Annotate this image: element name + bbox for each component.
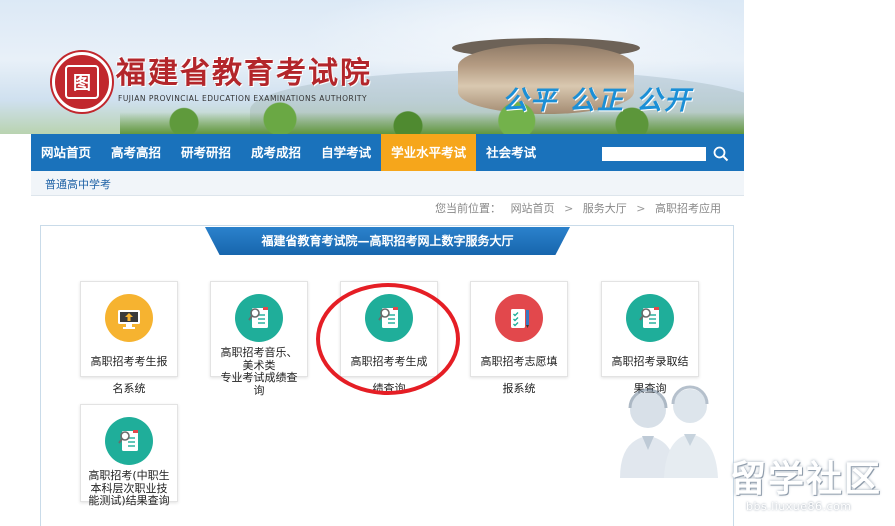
- tile-label: 高职招考考生报: [90, 355, 168, 368]
- tile-label: 高职招考录取结: [611, 355, 689, 368]
- nav-item-yankao[interactable]: 研考研招: [171, 134, 241, 171]
- tile-label: 高职招考音乐、 美术类 专业考试成绩查询: [210, 346, 308, 397]
- site-subtitle: FUJIAN PROVINCIAL EDUCATION EXAMINATIONS…: [118, 94, 368, 103]
- nav-item-chengkao[interactable]: 成考成招: [241, 134, 311, 171]
- document-search-icon: [365, 294, 413, 342]
- breadcrumb-item-current: 高职招考应用: [655, 202, 721, 215]
- search-icon[interactable]: [712, 145, 730, 163]
- watermark: 留学社区 bbs.liuxue86.com: [730, 450, 890, 520]
- watermark-text: 留学社区: [730, 459, 883, 500]
- tile-label-line: 高职招考音乐、: [220, 346, 298, 359]
- customer-service-icon: [620, 385, 718, 478]
- document-search-icon: [105, 417, 153, 465]
- site-logo[interactable]: 图: [52, 52, 112, 112]
- tile-label: 高职招考(中职生 本科层次职业技 能测试)结果查询: [80, 469, 178, 508]
- nav-item-home[interactable]: 网站首页: [31, 134, 101, 171]
- monitor-upload-icon: [105, 294, 153, 342]
- site-slogan: 公平 公正 公开: [502, 86, 693, 116]
- tile-label-below: 报系统: [502, 382, 536, 395]
- nav-item-xueye[interactable]: 学业水平考试: [381, 134, 477, 171]
- tile-label-line: 高职招考(中职生: [88, 469, 170, 482]
- breadcrumb-separator: >: [564, 202, 574, 215]
- site-title: 福建省教育考试院: [116, 56, 372, 91]
- panel-title: 福建省教育考试院—高职招考网上数字服务大厅: [205, 227, 570, 255]
- header-banner: 图 福建省教育考试院 FUJIAN PROVINCIAL EDUCATION E…: [0, 0, 744, 134]
- clipboard-pen-icon: [495, 294, 543, 342]
- breadcrumb-item-service[interactable]: 服务大厅: [583, 202, 627, 215]
- watermark-url: bbs.liuxue86.com: [746, 500, 852, 513]
- breadcrumb-prefix: 您当前位置：: [435, 202, 502, 215]
- nav-item-shehui[interactable]: 社会考试: [476, 134, 546, 171]
- subnav-item-putonggaozhong[interactable]: 普通高中学考: [45, 176, 111, 192]
- breadcrumb: 您当前位置： 网站首页 > 服务大厅 > 高职招考应用: [429, 200, 721, 216]
- tile-label-line: 能测试)结果查询: [88, 494, 170, 507]
- tile-label-line: 询: [253, 383, 265, 397]
- nav-item-gaokao[interactable]: 高考高招: [101, 134, 171, 171]
- tile-label-line: 专业考试成绩查: [220, 371, 298, 384]
- search-input[interactable]: [602, 147, 706, 161]
- tile-label: 高职招考考生成: [350, 355, 428, 368]
- nav-item-zikao[interactable]: 自学考试: [311, 134, 381, 171]
- tile-label: 高职招考志愿填: [480, 355, 558, 368]
- logo-mark: 图: [65, 65, 99, 99]
- sub-nav: 普通高中学考: [31, 171, 744, 196]
- breadcrumb-separator: >: [636, 202, 646, 215]
- breadcrumb-item-home[interactable]: 网站首页: [511, 202, 555, 215]
- main-nav: 网站首页 高考高招 研考研招 成考成招 自学考试 学业水平考试 社会考试: [31, 134, 744, 171]
- document-search-icon: [626, 294, 674, 342]
- tile-label-below: 名系统: [112, 382, 146, 395]
- tile-label-below: 绩查询: [372, 382, 406, 395]
- document-search-icon: [235, 294, 283, 342]
